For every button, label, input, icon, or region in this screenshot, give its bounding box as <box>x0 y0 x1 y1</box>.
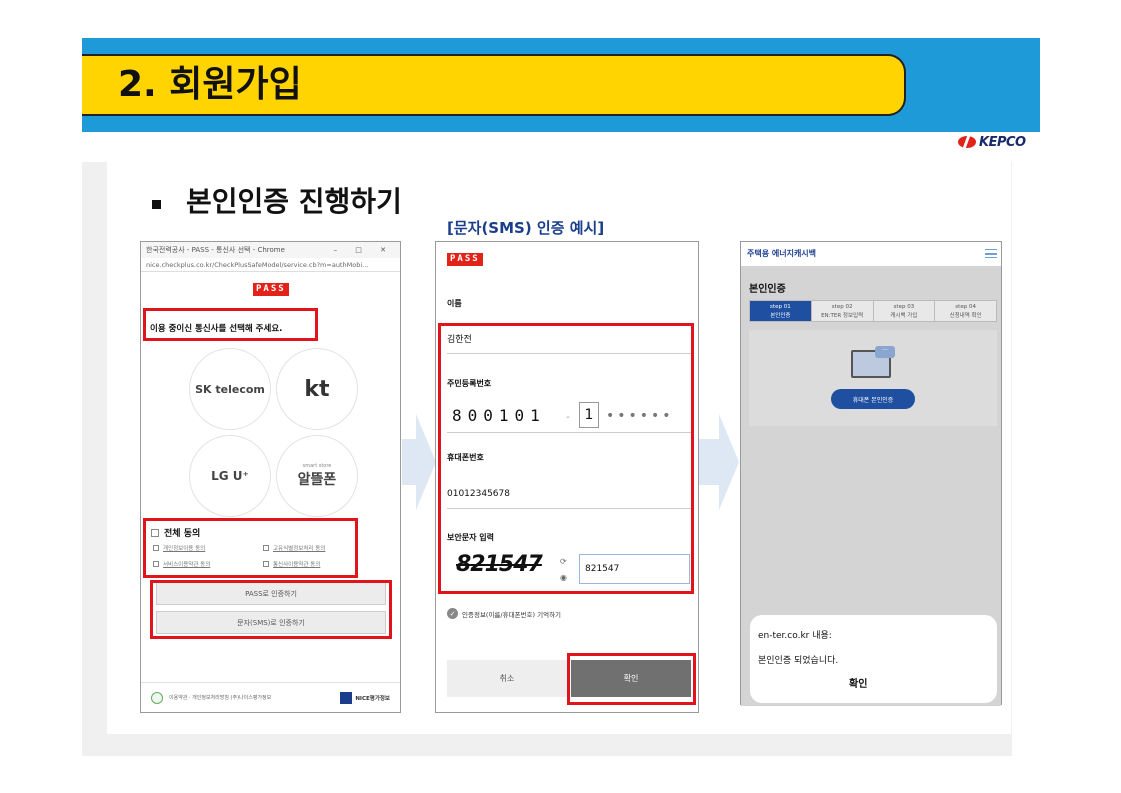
highlight-form-fields <box>438 323 694 594</box>
footer-text[interactable]: 이용약관 · 개인정보처리방침 (주)나이스평가정보 <box>169 694 271 701</box>
arrow-right-icon <box>416 414 436 510</box>
step-4: step 04 신청내역 확인 <box>934 301 996 321</box>
step-3: step 03 캐시백 가입 <box>872 301 935 321</box>
arrow-right-icon <box>699 439 721 485</box>
menu-icon[interactable] <box>985 249 997 258</box>
step-2: step 02 EN:TER 정보입력 <box>810 301 873 321</box>
window-footer: 이용약관 · 개인정보처리방침 (주)나이스평가정보 NICE평가정보 <box>141 682 400 712</box>
chat-bubble-icon: ··· <box>875 346 895 358</box>
section-heading: 본인인증 진행하기 <box>186 185 402 218</box>
pass-logo: PASS <box>447 253 483 266</box>
alert-title: en-ter.co.kr 내용: <box>758 631 832 641</box>
highlight-confirm-button <box>567 653 696 705</box>
kepco-logo: KEPCO <box>958 134 1034 150</box>
phone-auth-button[interactable]: 휴대폰 본인인증 <box>831 389 915 409</box>
privacy-badge-icon <box>151 691 163 704</box>
auth-card <box>749 330 997 426</box>
alert-ok-button[interactable]: 확인 <box>849 675 867 690</box>
carrier-lgu-button[interactable]: LG U⁺ <box>189 435 271 517</box>
carrier-mvno-button[interactable]: smart store 알뜰폰 <box>276 435 358 517</box>
window-controls[interactable]: – □ ✕ <box>334 242 400 258</box>
address-bar[interactable]: nice.checkplus.co.kr/CheckPlusSafeModel/… <box>141 258 400 272</box>
highlight-auth-buttons <box>150 580 392 639</box>
nice-logo-icon <box>340 691 353 704</box>
window-titlebar: 한국전력공사 - PASS - 통신사 선택 - Chrome – □ ✕ <box>141 242 400 258</box>
check-circle-icon: ✓ <box>447 608 458 619</box>
highlight-prompt <box>143 308 318 341</box>
slide-title: 2. 회원가입 <box>118 64 302 105</box>
site-header[interactable]: 주택용 에너지캐시백 <box>741 242 1001 266</box>
name-label: 이름 <box>447 299 462 308</box>
mvno-label: 알뜰폰 <box>297 472 337 488</box>
alert-message: 본인인증 되었습니다. <box>758 656 839 666</box>
bullet-icon <box>152 200 161 209</box>
window-title: 한국전력공사 - PASS - 통신사 선택 - Chrome <box>146 246 285 254</box>
kepco-logo-text: KEPCO <box>979 134 1026 150</box>
carrier-kt-button[interactable]: kt <box>276 348 358 430</box>
kepco-logo-icon <box>958 136 976 148</box>
energy-cashback-site: 주택용 에너지캐시백 본인인증 step 01 본인인증 step 02 EN:TE… <box>740 241 1002 706</box>
step-1: step 01 본인인증 <box>750 301 811 321</box>
nice-brand: NICE평가정보 <box>340 691 390 704</box>
step-indicator: step 01 본인인증 step 02 EN:TER 정보입력 step 03 캐시… <box>749 300 997 322</box>
page-title: 본인인증 <box>749 284 786 295</box>
carrier-skt-button[interactable]: SK telecom <box>189 348 271 430</box>
highlight-agreements <box>143 518 358 578</box>
remember-info-checkbox[interactable]: ✓ 인증정보(이름/휴대폰번호) 기억하기 <box>447 608 561 619</box>
arrow-right-icon <box>719 414 739 510</box>
remember-label: 인증정보(이름/휴대폰번호) 기억하기 <box>462 610 562 619</box>
pass-logo: PASS <box>253 283 289 296</box>
cancel-button[interactable]: 취소 <box>447 660 567 697</box>
sms-example-caption: [문자(SMS) 인증 예시] <box>447 219 605 237</box>
